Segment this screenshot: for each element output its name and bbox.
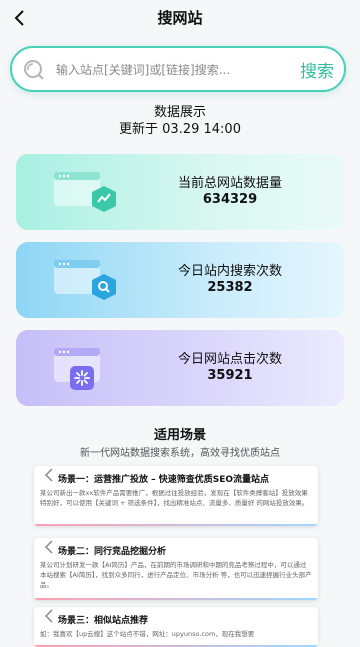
chevron-left-icon: [44, 540, 53, 554]
search-icon: [23, 59, 45, 81]
scenario-body: 某公司新出一款xx软件产品需要推广，根据过往投放经验，发现在【软件类搏客站】投放…: [40, 489, 309, 507]
page-title: 搜网站: [157, 9, 203, 27]
stats-title: 数据展示: [153, 105, 206, 120]
scenario-body: 某公司计划研发一款【AI简历】产品，在前期的市场调研和中期的竞品考察过程中，可以…: [40, 561, 312, 589]
nav-bar: 搜网站: [0, 0, 360, 36]
stat-card-total-sites: 当前总网站数据量 634329: [16, 154, 344, 230]
stat-label: 今日网站点击次数: [177, 352, 282, 367]
browser-click-icon: [52, 344, 126, 400]
scenario-title: 场景一：运营推广投放 – 快速筛查优质SEO流量站点: [58, 475, 270, 485]
stats-header: 数据展示 更新于 03.29 14:00: [0, 104, 360, 138]
search-bar: 搜索: [10, 46, 346, 92]
browser-trend-icon: [52, 168, 126, 224]
stat-label: 今日站内搜索次数: [177, 264, 282, 279]
scenario-title: 场景二：同行竞品挖掘分析: [58, 547, 167, 557]
stat-card-searches: 今日站内搜索次数 25382: [16, 242, 344, 318]
scenarios-subtitle: 新一代网站数据搜索系统，高效寻找优质站点: [80, 448, 280, 459]
scenario-body: 如：我喜欢【up云搜】这个站点不错，网址：upyunso.com，现在我想要: [40, 630, 255, 638]
stat-value: 634329: [202, 192, 258, 207]
stat-card-clicks: 今日网站点击次数 35921: [16, 330, 344, 406]
stats-updated: 更新于 03.29 14:00: [119, 122, 241, 137]
scenario-title: 场景三：相似站点推荐: [58, 616, 149, 626]
search-input[interactable]: [56, 60, 266, 80]
chevron-left-icon: [44, 468, 53, 482]
stat-value: 25382: [207, 280, 253, 295]
stat-value: 35921: [207, 368, 253, 383]
scenario-card[interactable]: 场景一：运营推广投放 – 快速筛查优质SEO流量站点 某公司新出一款xx软件产品…: [34, 466, 318, 526]
search-button[interactable]: 搜索: [300, 57, 334, 82]
scenario-card[interactable]: 场景三：相似站点推荐 如：我喜欢【up云搜】这个站点不错，网址：upyunso.…: [34, 607, 318, 647]
scenario-card[interactable]: 场景二：同行竞品挖掘分析 某公司计划研发一款【AI简历】产品，在前期的市场调研和…: [34, 538, 318, 600]
browser-search-icon: [52, 256, 126, 312]
scenarios-title: 适用场景: [153, 428, 206, 443]
chevron-left-icon: [44, 609, 53, 623]
stat-label: 当前总网站数据量: [177, 176, 282, 191]
